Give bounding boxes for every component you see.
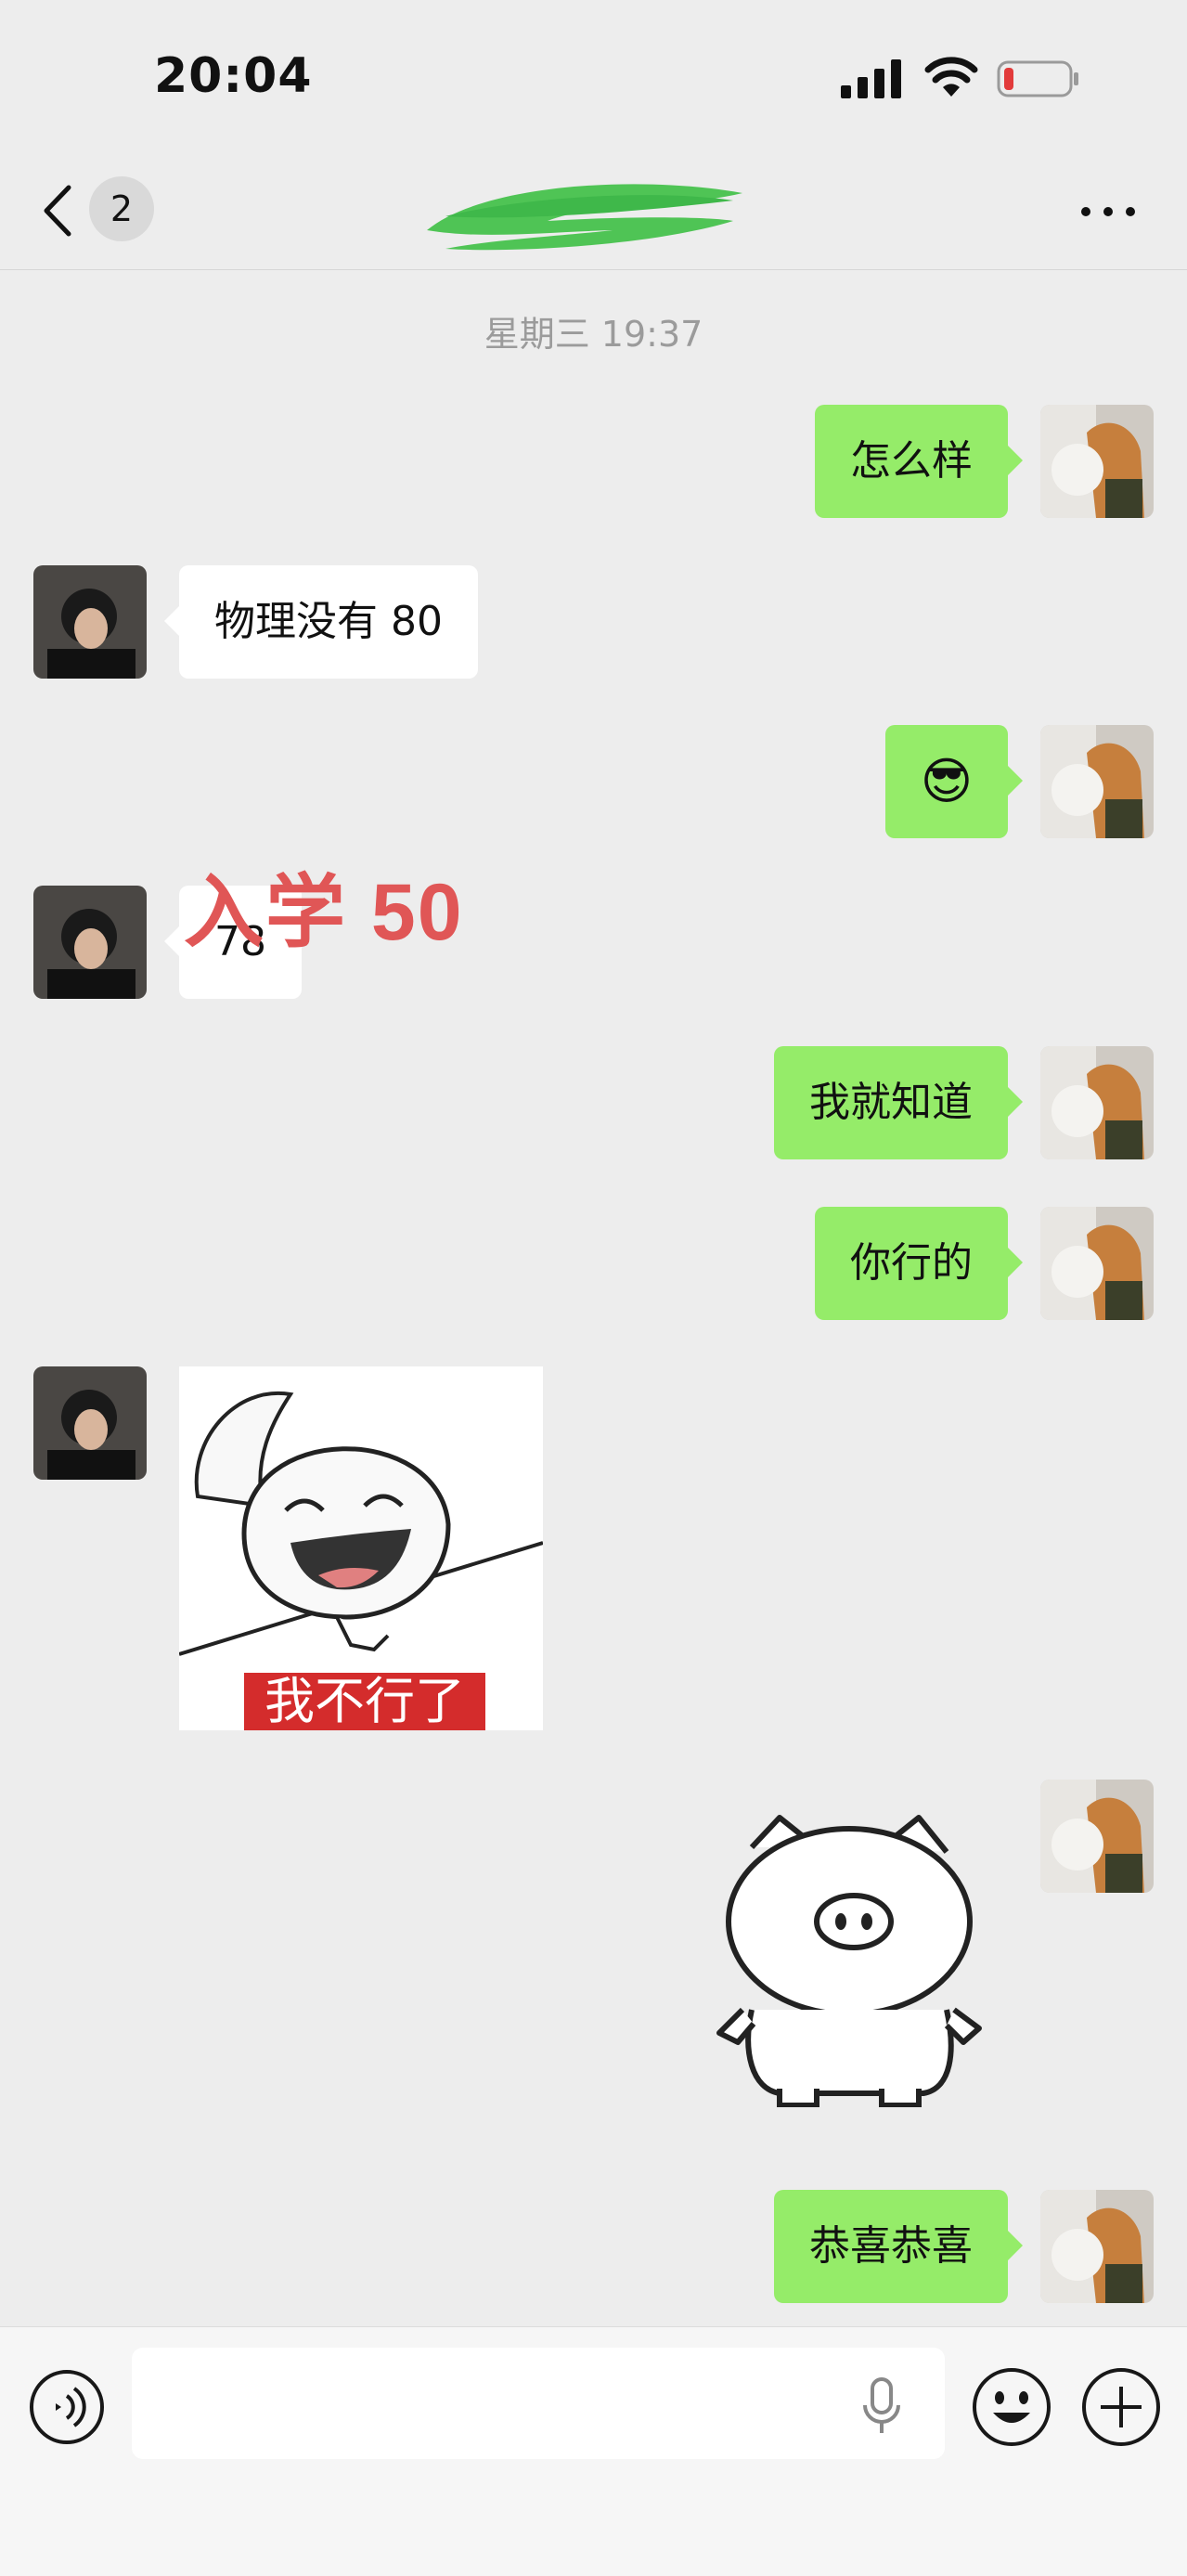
battery-icon [997,60,1078,97]
microphone-icon[interactable] [859,2375,904,2437]
outgoing-message-bubble[interactable]: 恭喜恭喜 [774,2190,1023,2303]
status-time: 20:04 [154,48,313,104]
message-timestamp: 星期三 19:37 [484,314,703,355]
pig-sticker[interactable] [715,1810,984,2107]
more-options-icon[interactable] [1078,201,1138,223]
unread-count-badge[interactable]: 2 [89,176,154,241]
add-attachment-icon[interactable] [1080,2366,1162,2448]
message-input-bar [0,2326,1187,2576]
my-avatar[interactable] [1040,1046,1154,1159]
my-avatar[interactable] [1040,1780,1154,1893]
status-bar: 20:04 [0,0,1187,158]
emoji-icon[interactable] [971,2366,1052,2448]
my-avatar[interactable] [1040,1207,1154,1320]
outgoing-message-bubble[interactable]: 你行的 [815,1207,1023,1320]
my-avatar[interactable] [1040,405,1154,518]
incoming-message-bubble[interactable]: 物理没有 80 [164,565,478,679]
message-list[interactable]: 星期三 19:37 [0,270,1187,2326]
outgoing-emoji-bubble[interactable]: 😎 [884,725,1024,838]
red-annotation-text: 入学 50 [184,868,464,957]
contact-avatar[interactable] [33,565,147,679]
contact-avatar[interactable] [33,886,147,999]
wifi-icon [924,57,978,97]
redacted-contact-name [427,184,742,251]
message-text-input[interactable] [132,2348,945,2459]
voice-mode-icon[interactable] [28,2368,106,2446]
cellular-signal-icon [841,59,901,98]
sticker-caption: 我不行了 [264,1672,465,1730]
outgoing-message-bubble[interactable]: 我就知道 [774,1046,1023,1159]
chat-header: 2 [0,158,1187,270]
back-arrow-icon[interactable] [39,182,76,239]
my-avatar[interactable] [1040,2190,1154,2303]
outgoing-message-bubble[interactable]: 怎么样 [815,405,1023,518]
laughing-sticker[interactable]: 我不行了 [179,1366,543,1730]
contact-avatar[interactable] [33,1366,147,1480]
my-avatar[interactable] [1040,725,1154,838]
